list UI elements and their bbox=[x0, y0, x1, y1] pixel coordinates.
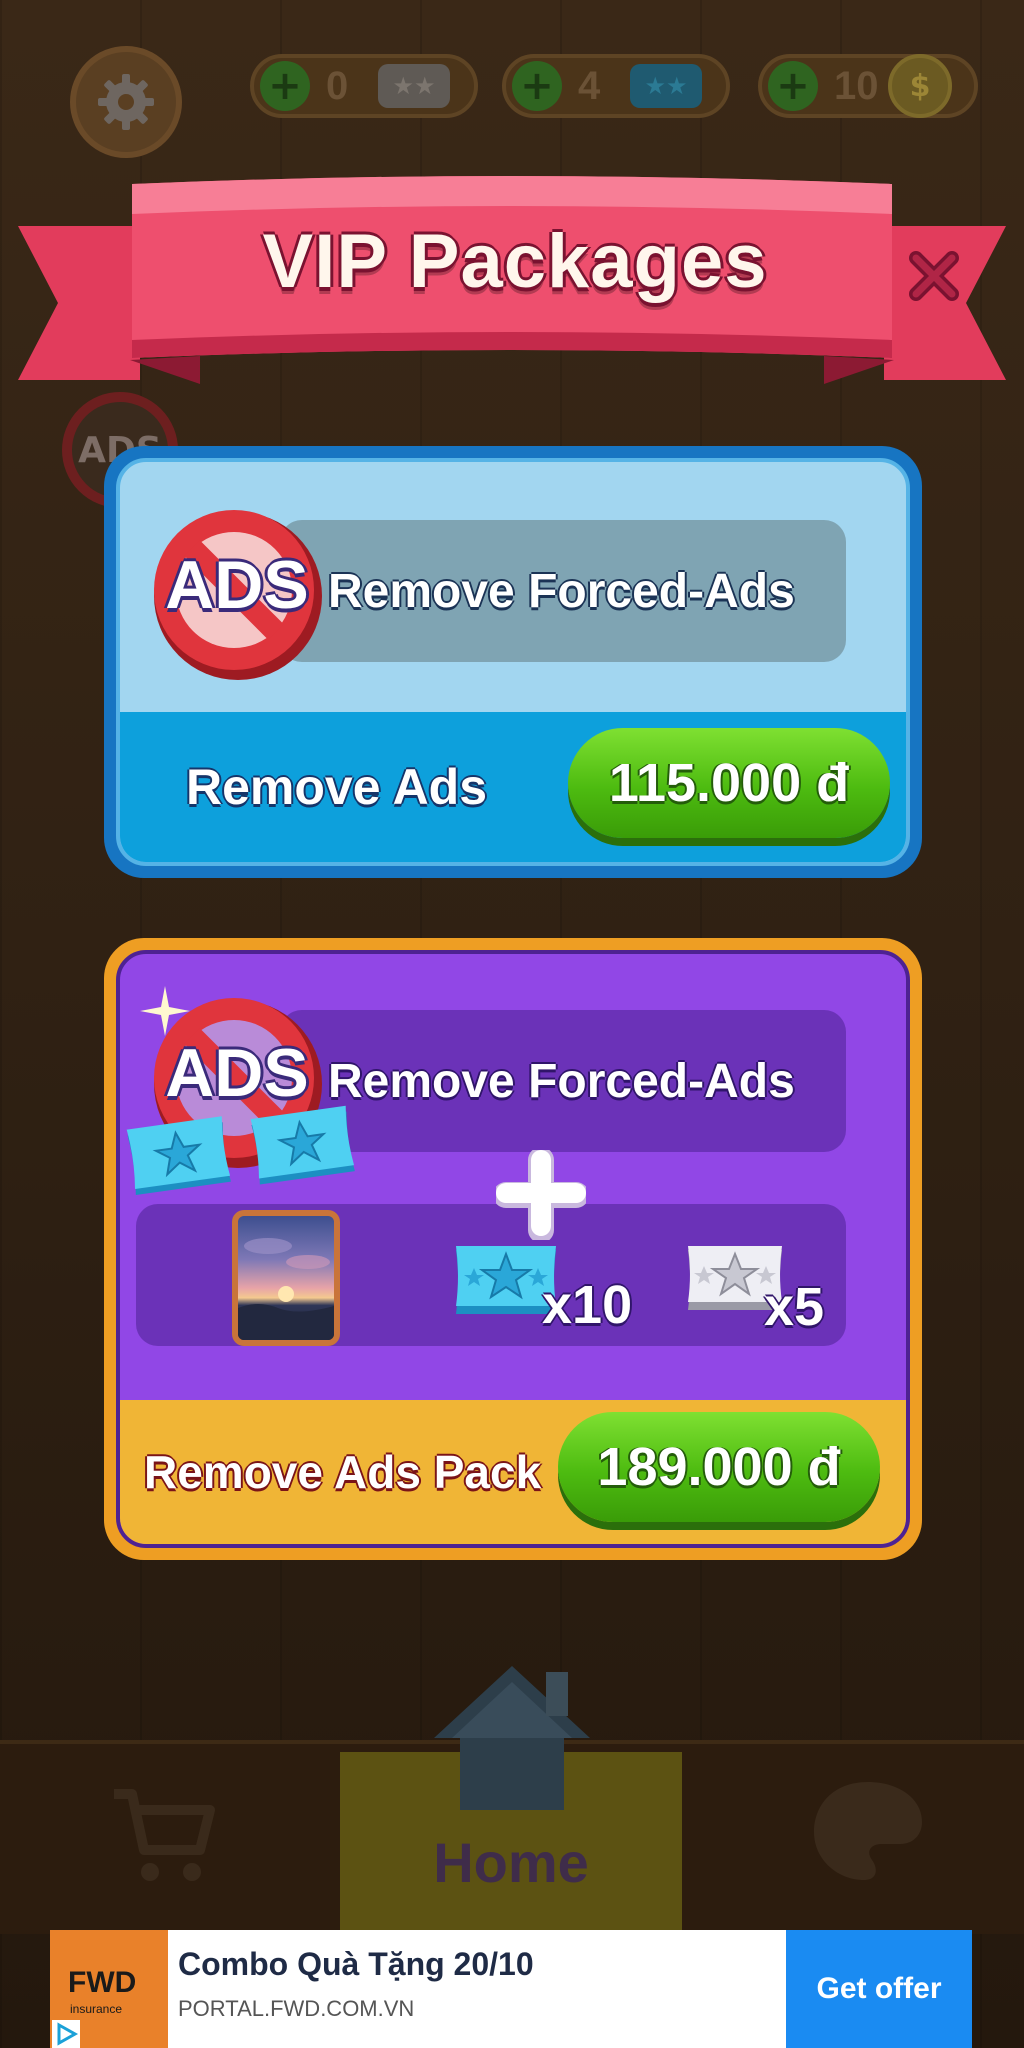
sunset-card-reward bbox=[232, 1210, 340, 1346]
package-name: Remove Ads Pack bbox=[144, 1446, 542, 1498]
add-blue-ticket-button[interactable]: + bbox=[512, 61, 562, 111]
coin-count: 10 bbox=[834, 63, 879, 108]
blue-ticket-icon: ★★ bbox=[630, 64, 702, 108]
buy-remove-ads-pack-button[interactable]: 189.000 đ bbox=[558, 1412, 880, 1522]
gold-ticket-count: 0 bbox=[326, 63, 349, 108]
dialog-title: VIP Packages bbox=[262, 219, 768, 304]
ad-get-offer-button[interactable]: Get offer bbox=[786, 1930, 972, 2048]
close-icon bbox=[909, 251, 959, 301]
vip-title-banner: VIP Packages bbox=[0, 170, 1024, 400]
silver-ticket-reward-count: x5 bbox=[764, 1277, 825, 1337]
background-home-label: Home bbox=[433, 1831, 589, 1894]
close-button[interactable] bbox=[894, 236, 974, 316]
feature-strip: Remove Forced-Ads bbox=[280, 520, 846, 662]
no-ads-icon: ADS bbox=[142, 498, 332, 692]
blue-ticket-count: 4 bbox=[578, 63, 601, 108]
coin-icon: $ bbox=[888, 54, 952, 118]
gold-ticket-icon: ★★ bbox=[378, 64, 450, 108]
package-footer: Remove Ads Pack 189.000 đ bbox=[120, 1400, 906, 1544]
no-ads-icon-text: ADS bbox=[165, 547, 309, 623]
coin-counter: + 10 $ bbox=[758, 54, 978, 118]
ad-banner[interactable]: FWD insurance Combo Quà Tặng 20/10 PORTA… bbox=[50, 1930, 972, 2048]
ad-title: Combo Quà Tặng 20/10 bbox=[178, 1946, 534, 1982]
settings-button[interactable] bbox=[70, 46, 182, 158]
feature-label: Remove Forced-Ads bbox=[328, 564, 795, 618]
ad-logo-text: FWD bbox=[68, 1966, 137, 1999]
blue-ticket-reward-count: x10 bbox=[542, 1275, 633, 1335]
add-gold-ticket-button[interactable]: + bbox=[260, 61, 310, 111]
ad-url: PORTAL.FWD.COM.VN bbox=[178, 1996, 415, 2021]
shop-cart-icon bbox=[114, 1789, 215, 1881]
ad-logo-subtext: insurance bbox=[70, 2002, 123, 2016]
blue-ticket-counter: + 4 ★★ bbox=[502, 54, 730, 118]
package-footer: Remove Ads 115.000 đ bbox=[120, 712, 906, 862]
gear-icon bbox=[98, 74, 154, 130]
home-icon bbox=[434, 1666, 590, 1810]
package-name: Remove Ads bbox=[186, 759, 488, 815]
ad-choices-icon[interactable] bbox=[52, 2020, 80, 2048]
feature-strip: Remove Forced-Ads bbox=[280, 1010, 846, 1152]
add-coins-button[interactable]: + bbox=[768, 61, 818, 111]
gold-ticket-counter: + 0 ★★ bbox=[250, 54, 478, 118]
palette-icon bbox=[814, 1782, 922, 1880]
plus-icon bbox=[496, 1150, 586, 1240]
top-hud: + 0 ★★ + 4 ★★ + 10 $ bbox=[0, 40, 1024, 158]
feature-label: Remove Forced-Ads bbox=[328, 1054, 795, 1108]
sparkle-icon bbox=[140, 986, 190, 1036]
buy-remove-ads-button[interactable]: 115.000 đ bbox=[568, 728, 890, 838]
no-ads-icon-text: ADS bbox=[165, 1035, 309, 1111]
bundle-tickets-icon bbox=[126, 1105, 355, 1196]
